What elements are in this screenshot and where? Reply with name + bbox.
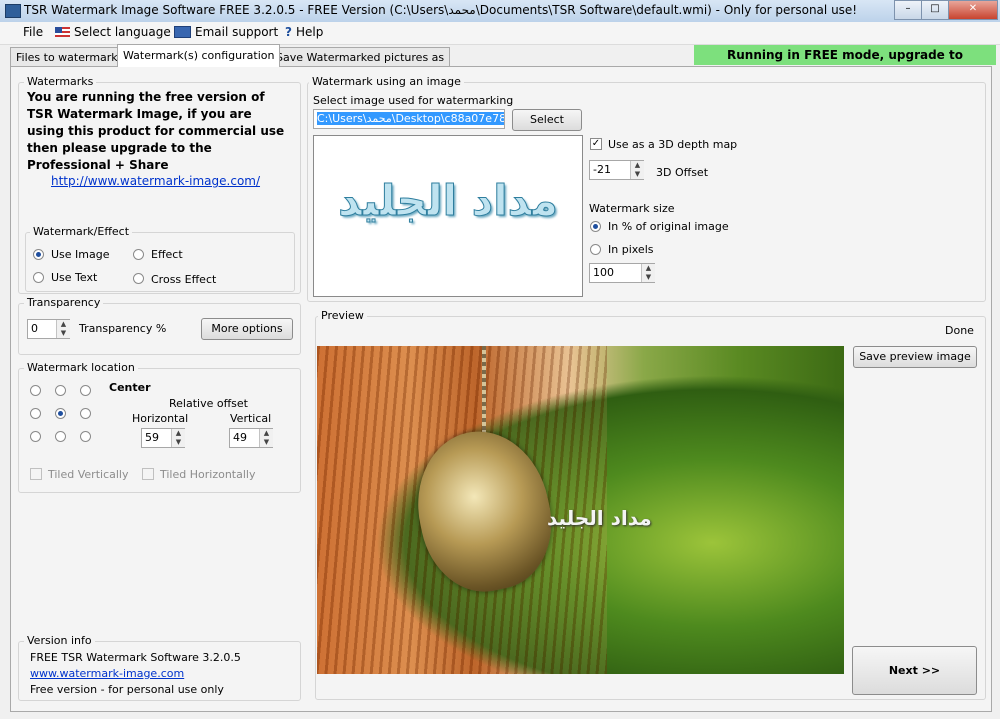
website-link[interactable]: http://www.watermark-image.com/ (51, 174, 260, 188)
envelope-icon (174, 26, 191, 38)
location-bottom-center-radio[interactable] (55, 431, 66, 442)
menu-email-support[interactable]: Email support (174, 25, 278, 39)
size-value-spinner[interactable]: ▲ ▼ (641, 264, 655, 282)
menu-bar: File Select language Email support ? Hel… (0, 22, 1000, 82)
menu-select-language[interactable]: Select language (55, 25, 171, 39)
relative-offset-label: Relative offset (169, 397, 248, 410)
3d-offset-spinner[interactable]: ▲ ▼ (630, 161, 644, 179)
transparency-spinner[interactable]: ▲ ▼ (56, 320, 70, 338)
transparency-label: Transparency % (79, 322, 167, 335)
location-bottom-right-radio[interactable] (80, 431, 91, 442)
location-middle-left-radio[interactable] (30, 408, 41, 419)
vertical-label: Vertical (230, 412, 272, 425)
free-version-notice: You are running the free version of TSR … (27, 90, 285, 172)
size-pixels-radio[interactable] (590, 244, 601, 255)
vertical-offset-spinner[interactable]: ▲ ▼ (259, 429, 273, 447)
location-position-label: Center (109, 381, 151, 394)
effect-label: Effect (151, 248, 183, 261)
size-pixels-label: In pixels (608, 243, 654, 256)
location-top-right-radio[interactable] (80, 385, 91, 396)
version-legend: Version info (24, 634, 95, 647)
upgrade-banner[interactable]: Running in FREE mode, upgrade to PROFESS… (694, 45, 996, 82)
location-legend: Watermark location (24, 361, 138, 374)
watermarks-legend: Watermarks (24, 75, 97, 88)
app-icon (5, 4, 21, 18)
horizontal-label: Horizontal (132, 412, 189, 425)
watermark-size-label: Watermark size (589, 202, 675, 215)
version-link[interactable]: www.watermark-image.com (30, 667, 184, 680)
preview-status: Done (945, 324, 974, 337)
3d-offset-label: 3D Offset (656, 166, 709, 179)
version-license-text: Free version - for personal use only (30, 683, 224, 696)
watermark-image-preview: مداد الجليد (313, 135, 583, 297)
select-image-label: Select image used for watermarking (313, 94, 514, 107)
horizontal-offset-spinner[interactable]: ▲ ▼ (171, 429, 185, 447)
image-path-text: C:\Users\محمد\Desktop\c88a07e78fe... (317, 112, 504, 125)
effect-radio[interactable] (133, 249, 144, 260)
window-title: TSR Watermark Image Software FREE 3.2.0.… (24, 3, 858, 17)
menu-select-language-label: Select language (74, 25, 171, 39)
tiled-vertically-checkbox[interactable] (30, 468, 42, 480)
menu-email-support-label: Email support (195, 25, 279, 39)
checkmark-icon: ✓ (591, 138, 601, 149)
location-top-left-radio[interactable] (30, 385, 41, 396)
location-middle-right-radio[interactable] (80, 408, 91, 419)
use-text-radio[interactable] (33, 272, 44, 283)
tiled-horizontally-label: Tiled Horizontally (160, 468, 256, 481)
tab-files-to-watermark[interactable]: Files to watermark (10, 47, 124, 67)
more-options-button[interactable]: More options (201, 318, 293, 340)
next-button[interactable]: Next >> (852, 646, 977, 695)
location-bottom-left-radio[interactable] (30, 431, 41, 442)
use-text-label: Use Text (51, 271, 98, 284)
preview-legend: Preview (318, 309, 367, 322)
depth-map-checkbox[interactable]: ✓ (590, 138, 602, 150)
title-bar: TSR Watermark Image Software FREE 3.2.0.… (0, 0, 1000, 23)
cross-effect-radio[interactable] (133, 273, 144, 284)
save-preview-button[interactable]: Save preview image (853, 346, 977, 368)
menu-help[interactable]: ? Help (285, 25, 323, 39)
cross-effect-label: Cross Effect (151, 273, 217, 286)
use-image-radio[interactable] (33, 249, 44, 260)
location-center-radio[interactable] (55, 408, 66, 419)
transparency-legend: Transparency (24, 296, 104, 309)
tiled-vertically-label: Tiled Vertically (48, 468, 129, 481)
depth-map-label: Use as a 3D depth map (608, 138, 738, 151)
flag-icon (55, 27, 70, 37)
effect-legend: Watermark/Effect (30, 225, 133, 238)
menu-help-label: Help (295, 25, 324, 39)
image-path-input[interactable]: C:\Users\محمد\Desktop\c88a07e78fe... (313, 109, 505, 129)
preview-watermark-text: مداد الجليد (547, 506, 652, 530)
minimize-button[interactable]: – (894, 0, 922, 20)
image-watermark-legend: Watermark using an image (309, 75, 464, 88)
size-percent-label: In % of original image (608, 220, 729, 233)
tab-save-watermarked[interactable]: Save Watermarked pictures as (270, 47, 451, 67)
preview-image: مداد الجليد (317, 346, 844, 674)
tiled-horizontally-checkbox[interactable] (142, 468, 154, 480)
help-icon: ? (285, 25, 292, 39)
use-image-label: Use Image (51, 248, 110, 261)
location-top-center-radio[interactable] (55, 385, 66, 396)
tab-watermark-configuration[interactable]: Watermark(s) configuration (117, 44, 281, 67)
maximize-button[interactable]: □ (921, 0, 949, 20)
close-button[interactable]: ✕ (948, 0, 998, 20)
size-percent-radio[interactable] (590, 221, 601, 232)
version-text: FREE TSR Watermark Software 3.2.0.5 (30, 651, 241, 664)
select-image-button[interactable]: Select (512, 109, 582, 131)
watermark-image-text: مداد الجليد (338, 176, 559, 226)
menu-file[interactable]: File (23, 25, 43, 39)
